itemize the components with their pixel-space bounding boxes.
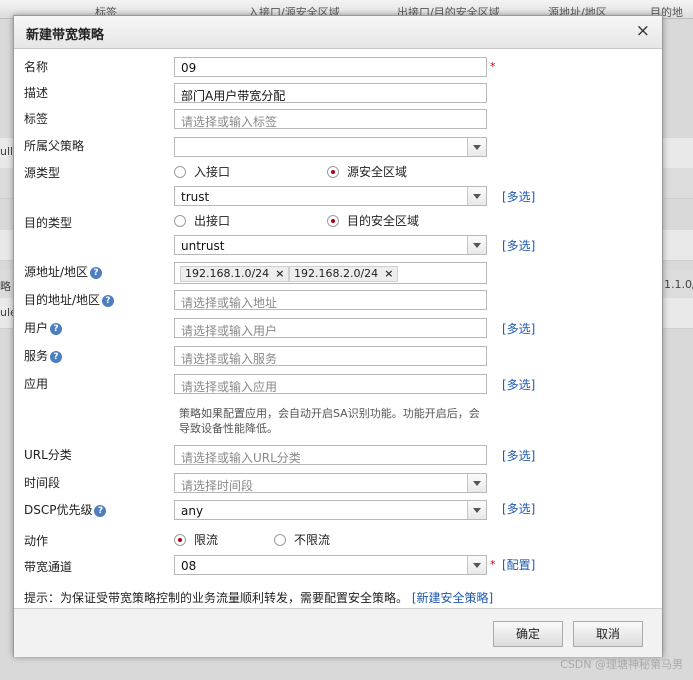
help-icon[interactable]: ?	[102, 294, 115, 307]
description-field[interactable]: 部门A用户带宽分配	[174, 83, 487, 103]
chevron-down-icon[interactable]	[467, 556, 486, 574]
radio-circle-icon[interactable]	[274, 533, 286, 546]
source-zone-multi-select-link[interactable]: [多选]	[502, 188, 535, 205]
source-zone-select[interactable]: trust	[174, 186, 487, 206]
chevron-down-icon[interactable]	[467, 501, 486, 519]
radio-label: 源安全区域	[347, 165, 408, 179]
dialog-footer: 确定 取消	[14, 608, 662, 657]
radio-label: 入接口	[194, 165, 231, 179]
help-icon[interactable]: ?	[94, 504, 107, 517]
watermark-text: CSDN @理塘神秘第马男	[560, 658, 683, 671]
time-range-select[interactable]: 请选择时间段	[174, 473, 487, 493]
url-category-multi-select-link[interactable]: [多选]	[502, 447, 535, 464]
source-type-label: 源类型	[24, 166, 61, 180]
radio-outbound-interface[interactable]: 出接口	[174, 212, 230, 229]
destination-zone-value: untrust	[181, 239, 225, 253]
name-label: 名称	[24, 60, 49, 74]
cancel-button[interactable]: 取消	[573, 621, 643, 647]
action-label: 动作	[24, 534, 49, 548]
address-tag: 192.168.2.0/24 ×	[289, 266, 399, 282]
chevron-down-icon[interactable]	[467, 138, 486, 156]
user-field[interactable]: 请选择或输入用户	[174, 318, 487, 338]
required-mark: *	[490, 558, 496, 571]
remove-tag-icon[interactable]: ×	[384, 267, 393, 280]
radio-source-zone[interactable]: 源安全区域	[327, 163, 407, 180]
application-multi-select-link[interactable]: [多选]	[502, 376, 535, 393]
destination-address-field[interactable]: 请选择或输入地址	[174, 290, 487, 310]
chevron-down-icon[interactable]	[467, 474, 486, 492]
service-placeholder: 请选择或输入服务	[181, 352, 278, 366]
user-placeholder: 请选择或输入用户	[181, 324, 278, 338]
parent-policy-label: 所属父策略	[24, 139, 85, 153]
source-zone-value: trust	[181, 190, 210, 204]
name-value: 09	[181, 61, 197, 75]
user-multi-select-link[interactable]: [多选]	[502, 320, 535, 337]
tag-placeholder: 请选择或输入标签	[181, 115, 278, 129]
description-value: 部门A用户带宽分配	[181, 89, 286, 103]
destination-zone-multi-select-link[interactable]: [多选]	[502, 237, 535, 254]
radio-selected-icon[interactable]	[327, 214, 339, 227]
bg-row-text: 略	[0, 280, 11, 293]
application-field[interactable]: 请选择或输入应用	[174, 374, 487, 394]
user-label: 用户?	[24, 319, 63, 336]
radio-rate-limit[interactable]: 限流	[174, 531, 218, 548]
url-category-label: URL分类	[24, 448, 72, 462]
description-label: 描述	[24, 86, 49, 100]
tag-field[interactable]: 请选择或输入标签	[174, 109, 487, 129]
url-category-field[interactable]: 请选择或输入URL分类	[174, 445, 487, 465]
hint-text: 提示：为保证受带宽策略控制的业务流量顺利转发，需要配置安全策略。 [新建安全策略…	[24, 591, 494, 605]
source-address-label: 源地址/地区?	[24, 263, 103, 280]
service-field[interactable]: 请选择或输入服务	[174, 346, 487, 366]
radio-selected-icon[interactable]	[174, 533, 186, 546]
dialog-title-bar: 新建带宽策略 ×	[14, 16, 662, 49]
time-range-placeholder: 请选择时间段	[181, 479, 254, 493]
help-icon[interactable]: ?	[50, 350, 63, 363]
radio-circle-icon[interactable]	[174, 214, 186, 227]
name-field[interactable]: 09	[174, 57, 487, 77]
radio-label: 不限流	[294, 533, 331, 547]
bandwidth-channel-label: 带宽通道	[24, 560, 73, 574]
bandwidth-channel-value: 08	[181, 559, 197, 573]
application-label: 应用	[24, 377, 49, 391]
radio-label: 限流	[194, 533, 219, 547]
chevron-down-icon[interactable]	[467, 236, 486, 254]
application-placeholder: 请选择或输入应用	[181, 380, 278, 394]
dialog-title: 新建带宽策略	[26, 28, 105, 43]
radio-no-rate-limit[interactable]: 不限流	[274, 531, 330, 548]
service-label: 服务?	[24, 347, 63, 364]
tag-label: 标签	[24, 112, 49, 126]
source-address-field[interactable]: 192.168.1.0/24 × 192.168.2.0/24 ×	[174, 262, 487, 284]
radio-destination-zone[interactable]: 目的安全区域	[327, 212, 419, 229]
new-security-policy-link[interactable]: [新建安全策略]	[412, 591, 493, 605]
dscp-multi-select-link[interactable]: [多选]	[502, 500, 535, 517]
new-bandwidth-policy-dialog: 新建带宽策略 × 名称 09 * 描述 部门A用户带宽分配 标签 请选择或输入标…	[13, 15, 663, 657]
time-range-label: 时间段	[24, 476, 61, 490]
radio-label: 目的安全区域	[347, 214, 420, 228]
destination-address-placeholder: 请选择或输入地址	[181, 296, 278, 310]
radio-label: 出接口	[194, 214, 231, 228]
remove-tag-icon[interactable]: ×	[275, 267, 284, 280]
address-tag: 192.168.1.0/24 ×	[180, 266, 290, 282]
destination-zone-select[interactable]: untrust	[174, 235, 487, 255]
destination-type-label: 目的类型	[24, 216, 73, 230]
destination-address-label: 目的地址/地区?	[24, 291, 115, 308]
close-icon[interactable]: ×	[636, 21, 650, 41]
dscp-priority-select[interactable]: any	[174, 500, 487, 520]
parent-policy-select[interactable]	[174, 137, 487, 157]
help-icon[interactable]: ?	[50, 322, 63, 335]
bandwidth-channel-select[interactable]: 08	[174, 555, 487, 575]
radio-circle-icon[interactable]	[174, 165, 186, 178]
radio-selected-icon[interactable]	[327, 165, 339, 178]
ok-button[interactable]: 确定	[493, 621, 563, 647]
dscp-priority-value: any	[181, 504, 204, 518]
chevron-down-icon[interactable]	[467, 187, 486, 205]
help-icon[interactable]: ?	[90, 266, 103, 279]
required-mark: *	[490, 60, 496, 73]
configure-channel-link[interactable]: [配置]	[502, 556, 535, 573]
bg-row-text: 1.1.0/	[664, 278, 693, 291]
dscp-priority-label: DSCP优先级?	[24, 501, 107, 518]
application-note: 策略如果配置应用，会自动开启SA识别功能。功能开启后，会导致设备性能降低。	[179, 407, 480, 435]
url-category-placeholder: 请选择或输入URL分类	[181, 451, 301, 465]
radio-inbound-interface[interactable]: 入接口	[174, 163, 230, 180]
